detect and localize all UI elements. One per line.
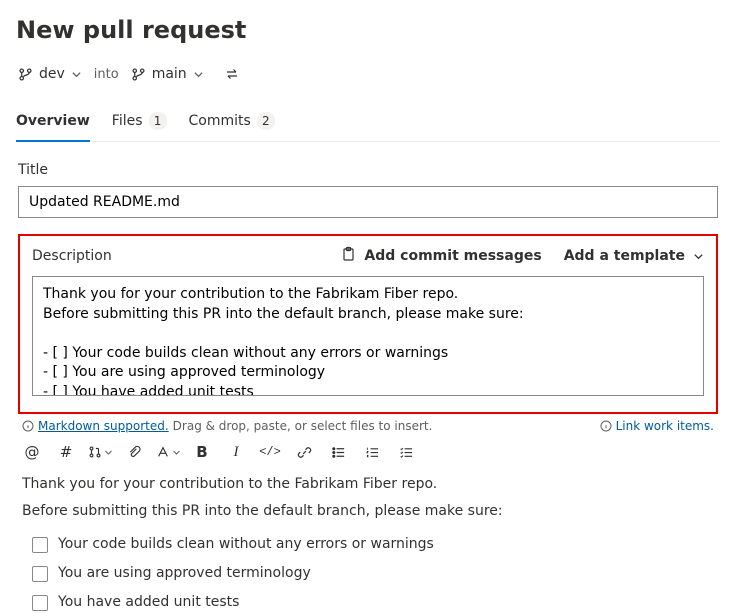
preview-line: Before submitting this PR into the defau… [22, 501, 714, 522]
checkbox[interactable] [32, 566, 48, 582]
checklist-item-label: You are using approved terminology [58, 563, 311, 584]
code-button[interactable]: </> [260, 442, 280, 462]
checklist-item: You are using approved terminology [32, 563, 714, 584]
drag-drop-hint: Drag & drop, paste, or select files to i… [173, 419, 433, 433]
heading-button[interactable] [158, 442, 178, 462]
clipboard-icon [340, 246, 356, 266]
checklist-item-label: Your code builds clean without any error… [58, 534, 434, 555]
chevron-down-icon [104, 448, 113, 457]
tab-commits-label: Commits [189, 113, 251, 129]
info-icon [22, 420, 34, 432]
tab-files[interactable]: Files 1 [112, 104, 167, 142]
add-commit-messages-button[interactable]: Add commit messages [340, 246, 541, 266]
description-textarea[interactable] [32, 276, 704, 396]
markdown-toolbar: @ # [18, 441, 718, 474]
tabs: Overview Files 1 Commits 2 [16, 104, 720, 142]
checklist-item-label: You have added unit tests [58, 592, 239, 613]
paperclip-icon [127, 445, 142, 460]
swap-icon [224, 66, 240, 82]
chevron-down-icon [193, 69, 204, 80]
preview-line: Thank you for your contribution to the F… [22, 474, 714, 495]
description-section-highlighted: Description Add commit messages Add a te… [18, 234, 718, 414]
link-icon [600, 420, 612, 432]
at-icon: @ [25, 443, 40, 461]
files-count-badge: 1 [149, 112, 167, 130]
bullet-list-button[interactable] [328, 442, 348, 462]
title-input[interactable] [18, 186, 718, 218]
hash-button[interactable]: # [56, 442, 76, 462]
chevron-down-icon [172, 448, 181, 457]
branch-icon [131, 67, 146, 82]
source-branch-picker[interactable]: dev [16, 64, 84, 84]
checklist-item: Your code builds clean without any error… [32, 534, 714, 555]
source-branch-name: dev [39, 66, 65, 82]
link-button[interactable] [294, 442, 314, 462]
description-hint-bar: Markdown supported. Drag & drop, paste, … [18, 416, 718, 441]
target-branch-name: main [152, 66, 187, 82]
branch-icon [18, 67, 33, 82]
pr-form: Title Description Add commit messages Ad… [16, 162, 720, 613]
heading-icon [156, 445, 170, 459]
link-work-items-link[interactable]: Link work items. [616, 419, 714, 433]
chevron-down-icon [693, 251, 704, 262]
description-actions: Add commit messages Add a template [340, 246, 704, 266]
into-label: into [94, 67, 119, 82]
checkbox[interactable] [32, 595, 48, 611]
italic-button[interactable]: I [226, 442, 246, 462]
preview-checklist: Your code builds clean without any error… [22, 534, 714, 613]
bullet-list-icon [331, 445, 346, 460]
checklist-button[interactable] [396, 442, 416, 462]
bold-button[interactable]: B [192, 442, 212, 462]
mention-button[interactable]: @ [22, 442, 42, 462]
tab-files-label: Files [112, 113, 143, 129]
description-label: Description [32, 248, 112, 264]
numbered-list-icon [365, 445, 380, 460]
checkbox[interactable] [32, 537, 48, 553]
attach-button[interactable] [124, 442, 144, 462]
add-commit-messages-label: Add commit messages [364, 248, 541, 264]
checklist-item: You have added unit tests [32, 592, 714, 613]
commits-count-badge: 2 [257, 112, 275, 130]
swap-branches-button[interactable] [220, 62, 244, 86]
title-label: Title [18, 162, 718, 178]
description-header: Description Add commit messages Add a te… [32, 246, 704, 266]
pr-link-button[interactable] [90, 442, 110, 462]
tab-commits[interactable]: Commits 2 [189, 104, 275, 142]
chevron-down-icon [71, 69, 82, 80]
code-icon: </> [259, 445, 281, 459]
markdown-supported-link[interactable]: Markdown supported. [38, 419, 169, 433]
add-template-button[interactable]: Add a template [564, 248, 704, 264]
branch-selector-row: dev into main [16, 62, 720, 86]
chain-link-icon [297, 445, 312, 460]
tab-overview[interactable]: Overview [16, 104, 90, 142]
target-branch-picker[interactable]: main [129, 64, 206, 84]
pr-icon [88, 445, 102, 459]
numbered-list-button[interactable] [362, 442, 382, 462]
hash-icon: # [60, 443, 73, 461]
add-template-label: Add a template [564, 248, 685, 264]
page-title: New pull request [16, 16, 720, 44]
checklist-icon [399, 445, 414, 460]
description-preview: Thank you for your contribution to the F… [18, 474, 718, 613]
